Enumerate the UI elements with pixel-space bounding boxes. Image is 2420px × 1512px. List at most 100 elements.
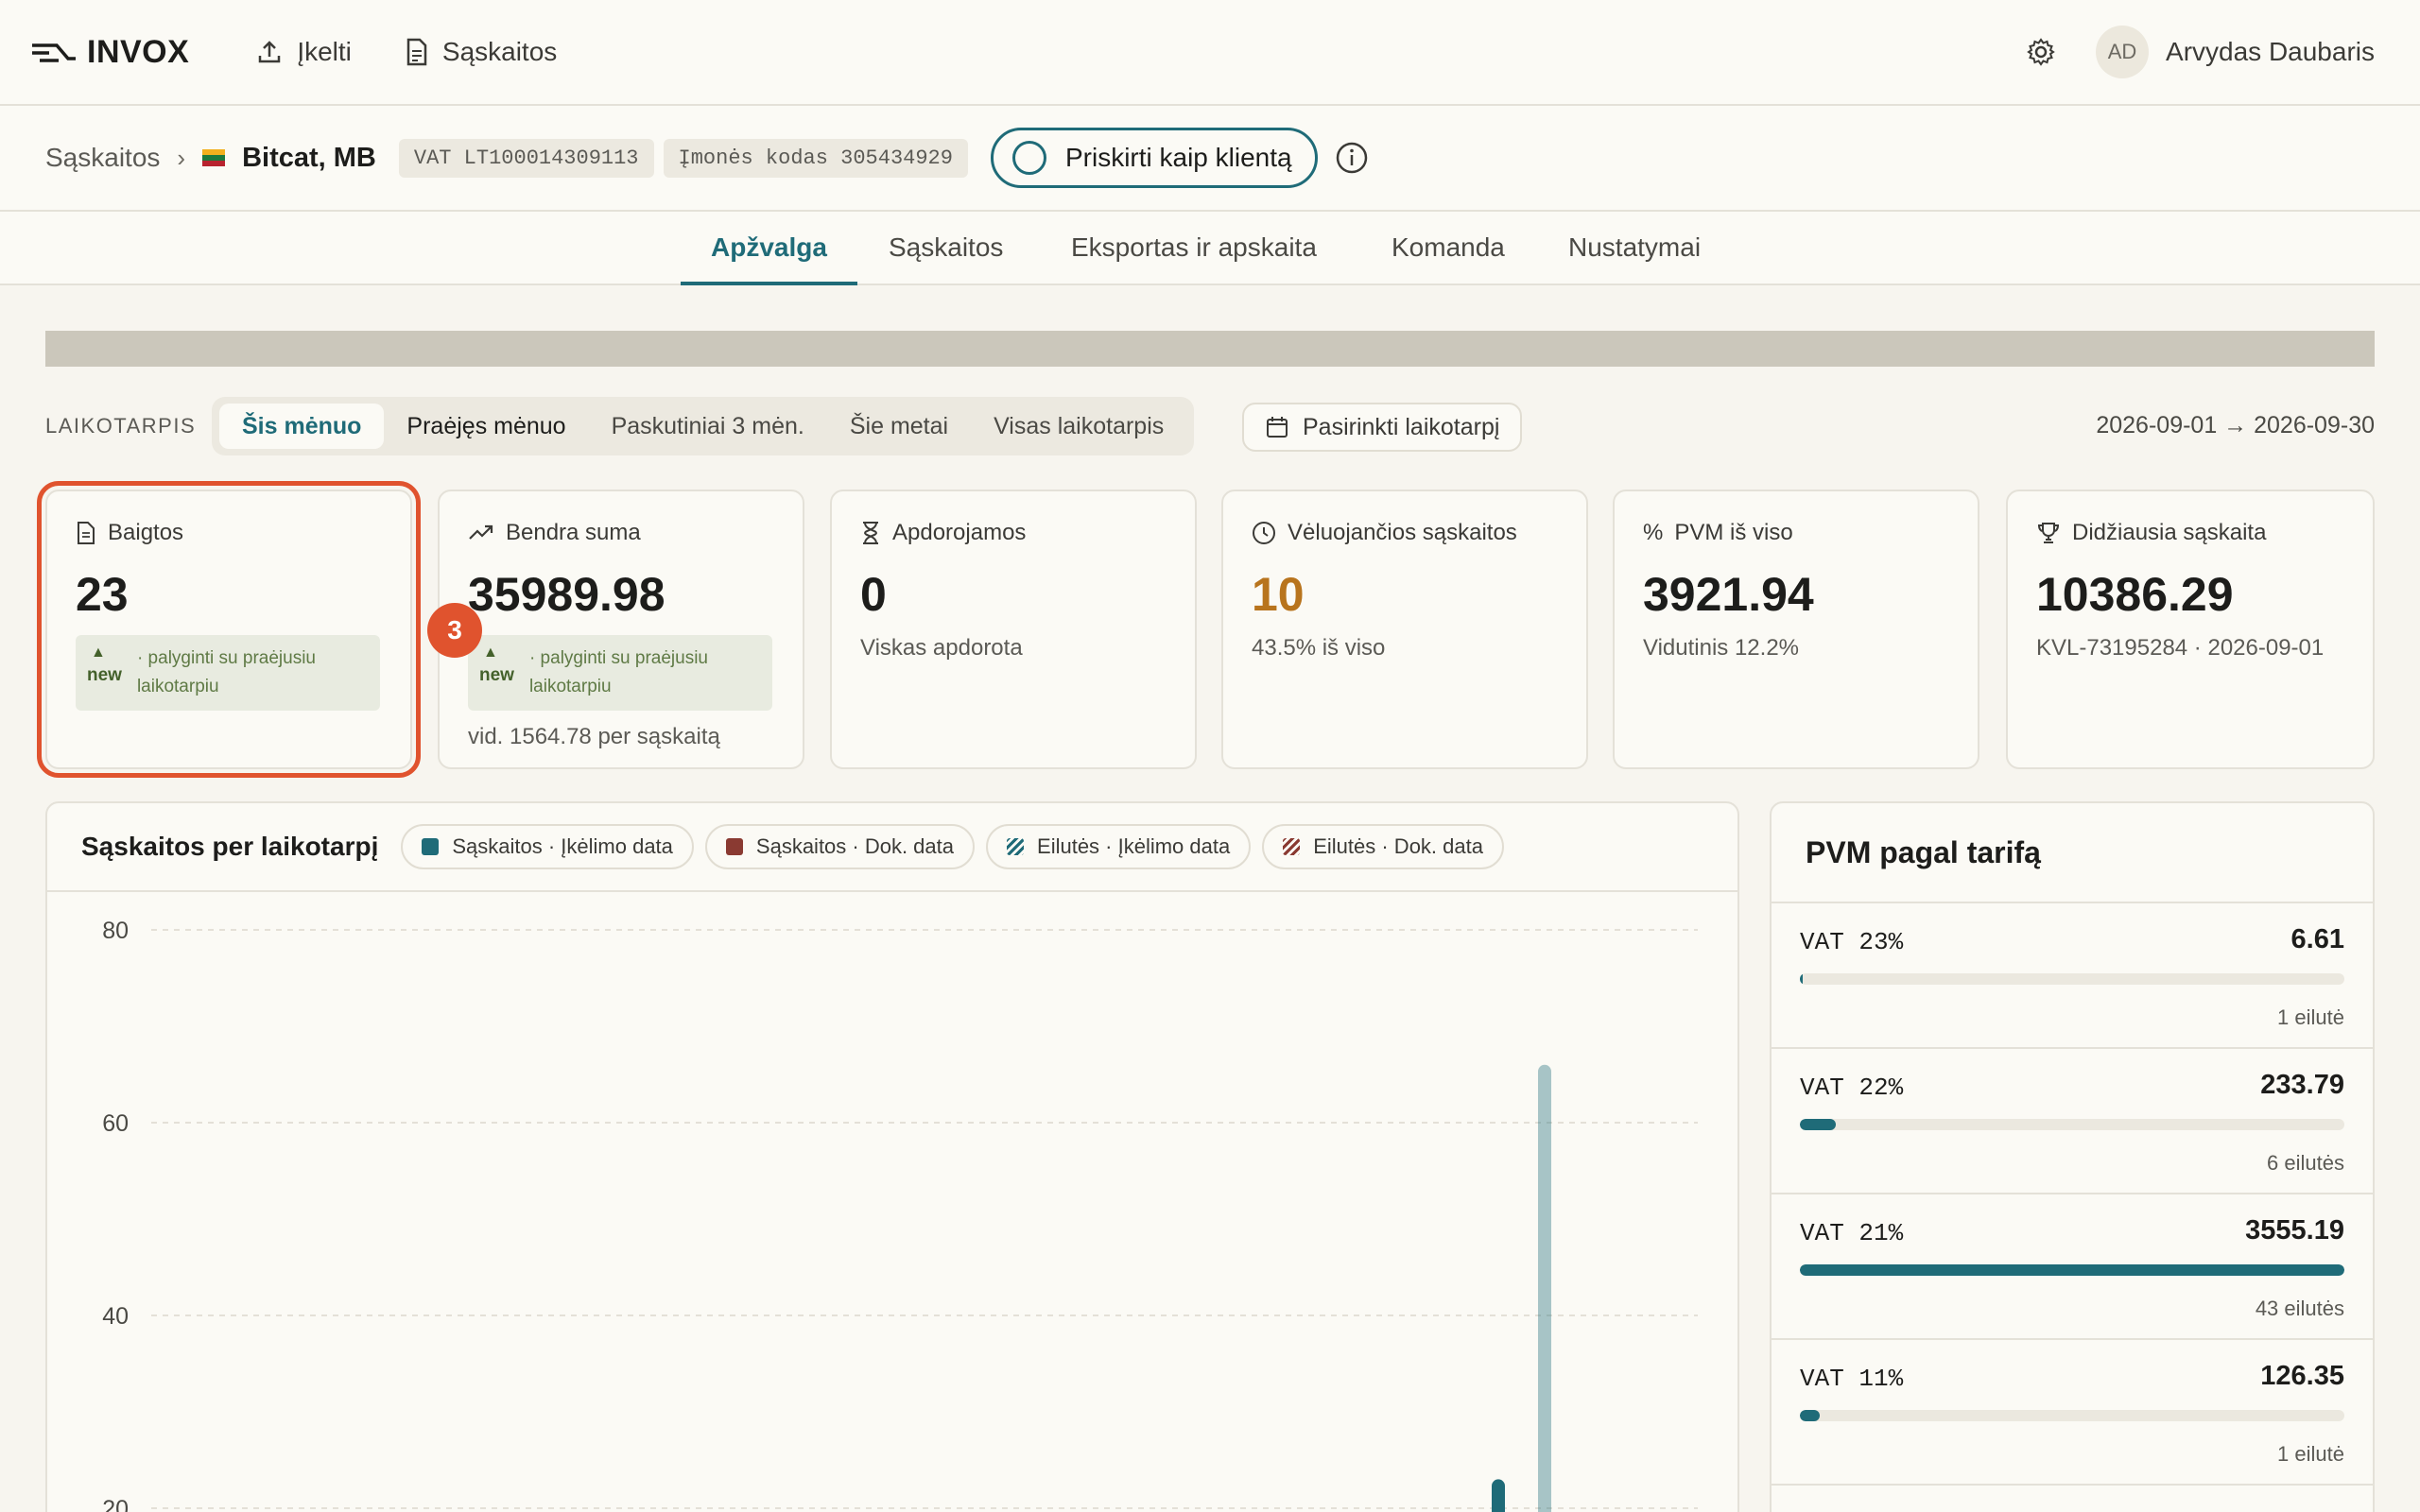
period-this-year[interactable]: Šie metai bbox=[827, 404, 971, 449]
vat-amount: 126.35 bbox=[2260, 1361, 2344, 1391]
vat-bar-fill bbox=[1800, 973, 1803, 985]
breadcrumb-root[interactable]: Sąskaitos bbox=[45, 143, 160, 173]
legend-invoices-doc[interactable]: Sąskaitos · Dok. data bbox=[704, 824, 976, 869]
legend-swatch bbox=[1283, 838, 1301, 855]
vat-bar bbox=[1800, 1119, 2344, 1130]
info-icon[interactable] bbox=[1335, 141, 1369, 175]
legend-swatch bbox=[725, 838, 743, 855]
vat-bar-fill bbox=[1800, 1119, 1837, 1130]
comparison-text: · palyginti su praėjusiu laikotarpiu bbox=[528, 648, 708, 696]
vat-bar-fill bbox=[1800, 1410, 1820, 1421]
stat-card-completed[interactable]: Baigtos 23 ▲ new · palyginti su praėjusi… bbox=[37, 481, 421, 778]
chevron-right-icon: › bbox=[177, 143, 186, 172]
card-value: 10 bbox=[1252, 568, 1305, 621]
period-options: Šis mėnuo Praėjęs mėnuo Paskutiniai 3 mė… bbox=[212, 397, 1195, 455]
legend-swatch bbox=[1007, 838, 1025, 855]
stat-card-processing[interactable]: Apdorojamos 0 Viskas apdorota bbox=[830, 490, 1197, 769]
card-value: 0 bbox=[860, 568, 887, 621]
hourglass-icon bbox=[863, 522, 878, 544]
clock-icon bbox=[1253, 522, 1275, 544]
y-tick-label: 60 bbox=[102, 1110, 129, 1137]
chart-bar[interactable] bbox=[1492, 1479, 1505, 1512]
date-range: 2026-09-01 → 2026-09-30 bbox=[2096, 412, 2375, 438]
card-sub: vid. 1564.78 per sąskaitą bbox=[468, 724, 720, 749]
card-value: 23 bbox=[76, 568, 129, 621]
vat-amount: 233.79 bbox=[2260, 1070, 2344, 1100]
nav-invoices-label: Sąskaitos bbox=[441, 37, 558, 66]
assign-client-label: Priskirti kaip klientą bbox=[1064, 143, 1292, 172]
period-last-3-months[interactable]: Paskutiniai 3 mėn. bbox=[589, 404, 827, 449]
tab-team[interactable]: Komanda bbox=[1392, 212, 1505, 284]
triangle-up-icon: ▲ bbox=[483, 644, 498, 661]
card-sub: 43.5% iš viso bbox=[1252, 635, 1386, 661]
legend-label: Eilutės · Dok. data bbox=[1313, 834, 1483, 858]
vat-panel-title: PVM pagal tarifą bbox=[1772, 803, 2373, 903]
card-label: Didžiausia sąskaita bbox=[2072, 520, 2267, 545]
nav-invoices[interactable]: Sąskaitos bbox=[405, 37, 557, 67]
loading-banner bbox=[45, 331, 2375, 367]
tab-overview[interactable]: Apžvalga bbox=[681, 212, 857, 285]
chart-bar[interactable] bbox=[1538, 1064, 1551, 1512]
chart-header: Sąskaitos per laikotarpį Sąskaitos · Įkė… bbox=[47, 803, 1737, 892]
legend-invoices-upload[interactable]: Sąskaitos · Įkėlimo data bbox=[401, 824, 694, 869]
nav-upload-label: Įkelti bbox=[297, 37, 352, 66]
breadcrumb: Sąskaitos › Bitcat, MB VAT LT10001430911… bbox=[0, 106, 2420, 212]
vat-line-count: 1 eilutė bbox=[2277, 1005, 2344, 1029]
tab-settings[interactable]: Nustatymai bbox=[1568, 212, 1701, 284]
card-label-row: Didžiausia sąskaita bbox=[2036, 520, 2344, 546]
period-all-time[interactable]: Visas laikotarpis bbox=[971, 404, 1186, 449]
legend-lines-doc[interactable]: Eilutės · Dok. data bbox=[1262, 824, 1504, 869]
period-last-month[interactable]: Praėjęs mėnuo bbox=[384, 404, 588, 449]
stat-card-vat-total[interactable]: % PVM iš viso 3921.94 Vidutinis 12.2% bbox=[1613, 490, 1979, 769]
tab-invoices[interactable]: Sąskaitos bbox=[889, 212, 1003, 284]
calendar-icon bbox=[1267, 417, 1288, 438]
stat-card-total[interactable]: Bendra suma 35989.98 ▲ new · palyginti s… bbox=[438, 490, 804, 769]
card-value: 10386.29 bbox=[2036, 568, 2234, 621]
vat-row[interactable]: VAT 23% 6.61 1 eilutė bbox=[1772, 903, 2373, 1049]
legend-swatch bbox=[422, 838, 440, 855]
card-label: Bendra suma bbox=[506, 520, 641, 545]
y-tick-label: 80 bbox=[102, 918, 129, 944]
lithuania-flag-icon bbox=[202, 149, 226, 166]
vat-row[interactable]: VAT 11% 126.35 1 eilutė bbox=[1772, 1340, 2373, 1486]
period-label: LAIKOTARPIS bbox=[45, 414, 197, 438]
card-value: 35989.98 bbox=[468, 568, 666, 621]
step-badge: 3 bbox=[427, 603, 482, 658]
app-logo[interactable]: INVOX bbox=[30, 34, 189, 71]
document-icon bbox=[78, 522, 95, 544]
assign-client-button[interactable]: Priskirti kaip klientą bbox=[990, 128, 1318, 188]
y-tick-label: 20 bbox=[102, 1496, 129, 1512]
top-bar: INVOX Įkelti Sąskaitos AD Arvydas Daubar… bbox=[0, 0, 2420, 106]
vat-by-rate-panel: PVM pagal tarifą VAT 23% 6.61 1 eilutė V… bbox=[1770, 801, 2375, 1512]
vat-line-count: 1 eilutė bbox=[2277, 1442, 2344, 1466]
vat-row[interactable]: VAT 21% 3555.19 43 eilutės bbox=[1772, 1194, 2373, 1340]
triangle-up-icon: ▲ bbox=[91, 644, 106, 661]
card-label-row: Bendra suma bbox=[468, 520, 774, 546]
comparison-badge: ▲ new · palyginti su praėjusiu laikotarp… bbox=[468, 635, 772, 711]
card-sub: KVL-73195284 · 2026-09-01 bbox=[2036, 635, 2325, 661]
nav-upload[interactable]: Įkelti bbox=[255, 37, 352, 67]
legend-label: Eilutės · Įkėlimo data bbox=[1037, 834, 1231, 858]
logo-icon bbox=[32, 43, 76, 62]
legend-lines-upload[interactable]: Eilutės · Įkėlimo data bbox=[986, 824, 1252, 869]
gear-icon[interactable] bbox=[2026, 37, 2056, 67]
avatar[interactable]: AD bbox=[2096, 26, 2150, 78]
vat-bar bbox=[1800, 1264, 2344, 1276]
trending-up-icon bbox=[469, 524, 493, 540]
period-this-month[interactable]: Šis mėnuo bbox=[219, 404, 385, 449]
pick-period-button[interactable]: Pasirinkti laikotarpį bbox=[1242, 403, 1523, 452]
stat-card-overdue[interactable]: Vėluojančios sąskaitos 10 43.5% iš viso bbox=[1221, 490, 1588, 769]
card-label-row: Apdorojamos bbox=[860, 520, 1167, 546]
card-label-row: Vėluojančios sąskaitos bbox=[1252, 520, 1558, 546]
comparison-text: · palyginti su praėjusiu laikotarpiu bbox=[136, 648, 316, 696]
vat-row[interactable]: VAT 22% 233.79 6 eilutės bbox=[1772, 1049, 2373, 1194]
tab-export[interactable]: Eksportas ir apskaita bbox=[1071, 212, 1317, 284]
vat-amount: 6.61 bbox=[2290, 924, 2344, 954]
y-tick-label: 40 bbox=[102, 1303, 129, 1330]
stat-card-largest[interactable]: Didžiausia sąskaita 10386.29 KVL-7319528… bbox=[2006, 490, 2375, 769]
card-sub: Vidutinis 12.2% bbox=[1643, 635, 1799, 661]
user-name[interactable]: Arvydas Daubaris bbox=[2166, 37, 2375, 67]
vat-bar bbox=[1800, 973, 2344, 985]
card-label: Apdorojamos bbox=[892, 520, 1027, 545]
vat-bar-fill bbox=[1800, 1264, 2344, 1276]
